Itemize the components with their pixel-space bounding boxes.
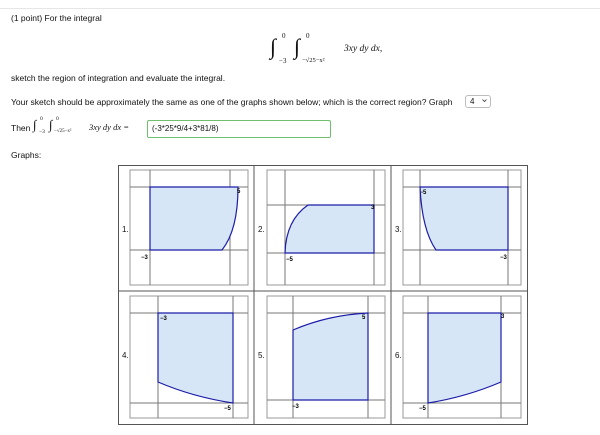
answer-input-value: (-3*25*9/4+3*81/8) [152, 124, 219, 133]
graphs-label: Graphs: [11, 150, 42, 160]
graph-4[interactable]: −3 −5 [129, 295, 249, 419]
inner-lower-limit: −√25−x² [302, 57, 325, 64]
graph-3-label: 3. [395, 225, 402, 234]
integrand: 3xy dy dx, [344, 44, 383, 54]
inner-upper-limit: 0 [306, 32, 310, 40]
graph-6-tick-a: 3 [501, 314, 505, 320]
top-divider [0, 8, 600, 9]
outer-integral-sign: ∫ [270, 34, 277, 59]
inline-integral: ∫ 0 −3 ∫ 0 −√25−x² 3xy dy dx = [33, 116, 148, 140]
inner-integral-sign: ∫ [294, 34, 301, 59]
inline-integrand: 3xy dy dx = [89, 122, 129, 132]
graph-6[interactable]: 3 −5 [402, 295, 522, 419]
inline-inner-lower: −√25−x² [54, 129, 72, 134]
graph-3[interactable]: -5 −3 [402, 169, 522, 286]
then-label: Then [11, 123, 31, 133]
graph-1-tick-b: −3 [141, 255, 149, 261]
graph-4-tick-b: −5 [224, 406, 232, 412]
inline-outer-sign: ∫ [33, 117, 37, 132]
graph-6-label: 6. [395, 351, 402, 360]
graph-select[interactable]: 4 [465, 95, 491, 108]
graph-2[interactable]: 3 −5 [266, 169, 386, 286]
question-text: Your sketch should be approximately the … [11, 97, 453, 107]
inline-inner-sign: ∫ [49, 117, 53, 132]
graph-1-tick-a: 5 [237, 189, 241, 195]
graph-4-label: 4. [122, 351, 129, 360]
graph-4-tick-a: −3 [160, 316, 168, 322]
graph-5-tick-b: −3 [292, 404, 300, 410]
problem-header: (1 point) For the integral [11, 13, 102, 23]
bottom-margin [0, 425, 600, 435]
graphs-svg: 5 −3 3 −5 -5 −3 −3 −5 5 −3 3 −5 [118, 165, 528, 425]
graphs-grid: 5 −3 3 −5 -5 −3 −3 −5 5 −3 3 −5 1. 2. 3.… [118, 165, 528, 425]
graph-1-label: 1. [122, 225, 129, 234]
inline-outer-upper: 0 [40, 116, 43, 122]
outer-lower-limit: −3 [279, 57, 287, 65]
graph-5[interactable]: 5 −3 [266, 295, 386, 419]
graph-2-tick-b: −5 [286, 257, 294, 263]
outer-upper-limit: 0 [282, 32, 286, 40]
answer-input[interactable]: (-3*25*9/4+3*81/8) [147, 120, 331, 138]
graph-select-value: 4 [470, 97, 475, 106]
graph-6-tick-b: −5 [419, 406, 427, 412]
graph-3-tick-a: -5 [421, 190, 427, 196]
chevron-down-icon [482, 99, 487, 103]
graph-2-label: 2. [258, 225, 265, 234]
graph-3-tick-b: −3 [500, 255, 508, 261]
display-integral: ∫ 0 −3 ∫ 0 −√25−x² 3xy dy dx, [270, 32, 420, 72]
inline-outer-lower: −3 [39, 129, 45, 135]
graph-1[interactable]: 5 −3 [129, 169, 249, 286]
instruction-text: sketch the region of integration and eva… [11, 73, 226, 83]
graph-5-label: 5. [258, 351, 265, 360]
inline-inner-upper: 0 [56, 116, 59, 122]
